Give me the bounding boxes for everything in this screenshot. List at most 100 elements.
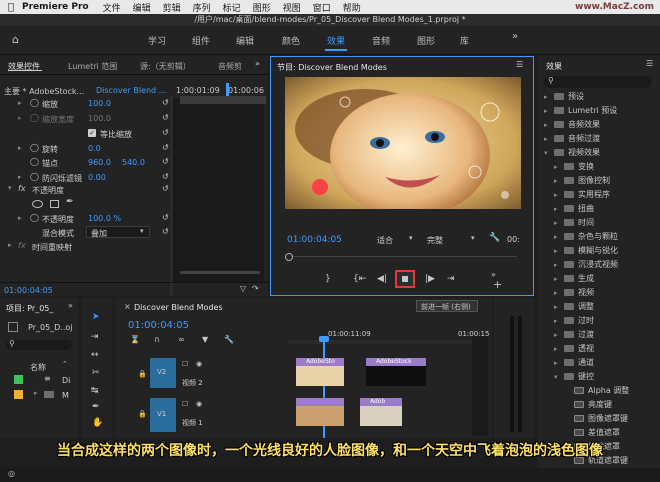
name-column-header[interactable]: 名称 xyxy=(30,362,46,373)
apple-icon[interactable]:  xyxy=(0,2,22,13)
reset-icon[interactable]: ↺ xyxy=(162,172,169,181)
more-tabs-icon[interactable]: » xyxy=(255,59,260,68)
expand-arrow-icon[interactable]: ▸ xyxy=(554,300,564,314)
reset-icon[interactable]: ↺ xyxy=(162,213,169,222)
mark-in-icon[interactable]: } xyxy=(325,274,331,284)
sort-icon[interactable]: ⌃ xyxy=(62,360,68,368)
effects-title[interactable]: 效果 xyxy=(546,61,562,72)
effects-tree-item[interactable]: ▸ 扭曲 xyxy=(538,202,594,216)
project-search-input[interactable]: ⚲ xyxy=(6,339,72,350)
razor-tool-icon[interactable]: ✂ xyxy=(92,368,100,378)
expand-arrow-icon[interactable]: ▸ xyxy=(18,173,22,181)
playhead-handle[interactable] xyxy=(319,336,329,342)
program-timecode[interactable]: 01:00:04:05 xyxy=(287,235,342,245)
effects-tree-item[interactable]: ▸ 模糊与锐化 xyxy=(538,244,618,258)
collapse-arrow-icon[interactable]: ▾ xyxy=(554,370,564,384)
workspace-color[interactable]: 颜色 xyxy=(282,34,300,47)
close-icon[interactable]: × xyxy=(124,302,131,311)
program-title[interactable]: 节目: Discover Blend Modes xyxy=(277,62,387,73)
effects-tree-item[interactable]: ▸ Lumetri 预设 xyxy=(538,104,617,118)
effects-tree-item[interactable]: Alpha 调整 xyxy=(538,384,629,398)
stopwatch-icon[interactable]: ◯ xyxy=(30,157,39,166)
zoom-handle[interactable] xyxy=(285,253,293,261)
ellipse-mask-icon[interactable] xyxy=(32,200,43,208)
workspace-effects[interactable]: 效果 xyxy=(324,34,348,51)
ec-zoom-scrollbar[interactable] xyxy=(180,271,260,274)
prop-value-y[interactable]: 540.0 xyxy=(122,158,145,167)
pen-tool-icon[interactable]: ✒ xyxy=(92,402,100,412)
add-marker-icon[interactable]: ▼ xyxy=(202,335,208,344)
timeline-tab[interactable]: Discover Blend Modes xyxy=(134,303,223,312)
effects-tree-item[interactable]: ▸ 调整 xyxy=(538,300,594,314)
selection-tool-icon[interactable]: ➤ xyxy=(92,312,100,322)
expand-arrow-icon[interactable]: ▸ xyxy=(554,314,564,328)
reset-icon[interactable]: ↺ xyxy=(162,143,169,152)
time-ruler[interactable] xyxy=(288,340,488,344)
expand-arrow-icon[interactable]: ▸ xyxy=(18,144,22,152)
prop-value-x[interactable]: 960.0 xyxy=(88,158,111,167)
prop-value[interactable]: 0.00 xyxy=(88,173,106,182)
expand-arrow-icon[interactable]: ▸ xyxy=(554,356,564,370)
menu-help[interactable]: 帮助 xyxy=(343,1,361,14)
timeline-timecode[interactable]: 01:00:04:05 xyxy=(128,320,189,331)
fit-dropdown[interactable]: 适合 ▾ xyxy=(377,233,417,245)
render-status-icon[interactable]: ◎ xyxy=(8,469,15,478)
menu-sequence[interactable]: 序列 xyxy=(193,1,211,14)
lock-icon[interactable]: 🔒 xyxy=(138,410,147,418)
effects-tree-item[interactable]: ▸ 实用程序 xyxy=(538,188,610,202)
step-forward-icon[interactable]: |▶ xyxy=(425,274,435,284)
collapse-arrow-icon[interactable]: ▾ xyxy=(8,184,12,192)
expand-arrow-icon[interactable]: ▸ xyxy=(544,132,554,146)
expand-arrow-icon[interactable]: ▸ xyxy=(544,90,554,104)
expand-arrow-icon[interactable]: ▸ xyxy=(554,174,564,188)
expand-arrow-icon[interactable]: ▸ xyxy=(554,258,564,272)
sync-lock-icon[interactable]: ☐ xyxy=(182,360,188,368)
sequence-clip-label[interactable]: Discover Blend ... xyxy=(96,86,166,95)
effects-tree-item[interactable]: ▾ 键控 xyxy=(538,370,594,384)
hand-tool-icon[interactable]: ✋ xyxy=(92,418,103,428)
expand-arrow-icon[interactable]: ▸ xyxy=(554,160,564,174)
expand-arrow-icon[interactable]: ▸ xyxy=(554,286,564,300)
expand-arrow-icon[interactable]: ▸ xyxy=(18,99,22,107)
quality-dropdown[interactable]: 完整 ▾ xyxy=(427,233,481,245)
tab-lumetri-scopes[interactable]: Lumetri 范围 xyxy=(68,61,117,72)
clip-v1-a[interactable] xyxy=(296,398,344,426)
expand-arrow-icon[interactable]: ▸ xyxy=(554,188,564,202)
program-scrubber[interactable] xyxy=(285,253,521,261)
stopwatch-icon[interactable]: ◯ xyxy=(30,172,39,181)
menu-markers[interactable]: 标记 xyxy=(223,1,241,14)
magnet-icon[interactable]: ∩ xyxy=(154,335,160,344)
expand-arrow-icon[interactable]: ▸ xyxy=(554,216,564,230)
v1-target[interactable]: V1 xyxy=(150,398,176,432)
clip-v2-b[interactable]: AdobeStock xyxy=(366,358,426,386)
workspace-libraries[interactable]: 库 xyxy=(460,34,469,47)
menu-view[interactable]: 视图 xyxy=(283,1,301,14)
reset-icon[interactable]: ↺ xyxy=(162,128,169,137)
time-remap-label[interactable]: 时间重映射 xyxy=(32,242,72,253)
collapse-arrow-icon[interactable]: ▾ xyxy=(544,146,554,160)
effects-tree-item[interactable]: ▸ 生成 xyxy=(538,272,594,286)
add-button-icon[interactable]: + xyxy=(493,278,502,291)
project-item-media[interactable]: M xyxy=(62,391,69,400)
eye-icon[interactable]: ◉ xyxy=(196,400,202,408)
sync-lock-icon[interactable]: ☐ xyxy=(182,400,188,408)
stopwatch-icon[interactable]: ◯ xyxy=(30,98,39,107)
expand-arrow-icon[interactable]: ▸ xyxy=(18,214,22,222)
ec-current-time[interactable]: 01:00:04:05 xyxy=(4,286,53,295)
go-to-out-icon[interactable]: ⇥ xyxy=(447,274,455,284)
stopwatch-icon[interactable]: ◯ xyxy=(30,213,39,222)
uniform-scale-checkbox[interactable]: ✓ xyxy=(88,129,96,137)
tab-source[interactable]: 源:（无剪辑） xyxy=(140,61,191,72)
ec-keyframe-area[interactable] xyxy=(170,98,264,283)
effects-tree-item[interactable]: ▸ 沉浸式视频 xyxy=(538,258,618,272)
step-back-icon[interactable]: ◀| xyxy=(377,274,387,284)
slip-tool-icon[interactable]: ↹ xyxy=(91,386,99,396)
snap-icon[interactable]: ⌛ xyxy=(130,335,140,344)
effects-tree-item[interactable]: ▸ 过渡 xyxy=(538,328,594,342)
workspace-audio[interactable]: 音频 xyxy=(372,34,390,47)
clip-v2-a[interactable]: AdobeSto xyxy=(296,358,344,386)
effects-tree-item[interactable]: ▸ 音频过渡 xyxy=(538,132,600,146)
expand-arrow-icon[interactable]: ▸ xyxy=(554,272,564,286)
clip-v1-b[interactable]: Adob xyxy=(360,398,402,426)
effects-tree-item[interactable]: 图像遮罩键 xyxy=(538,412,628,426)
